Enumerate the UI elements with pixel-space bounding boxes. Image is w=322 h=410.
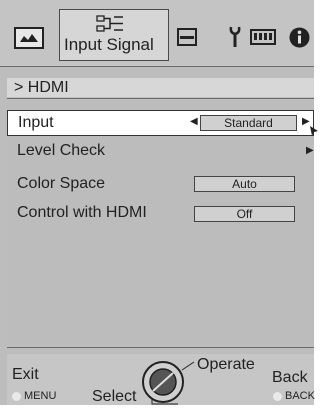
exit-label: Exit — [12, 366, 39, 383]
divider — [7, 347, 314, 348]
picture-icon[interactable] — [14, 27, 44, 54]
menu-item-control-with-hdmi-label: Control with HDMI — [17, 204, 147, 221]
tab-input-signal-label: Input Signal — [64, 35, 154, 54]
menu-item-input[interactable]: Input ◀ Standard ▶ — [7, 110, 314, 136]
menu-key-hint: MENU — [12, 390, 56, 402]
key-dot-icon — [12, 391, 21, 401]
menu-item-control-with-hdmi[interactable]: Control with HDMI Off — [7, 200, 314, 226]
display-icon[interactable] — [177, 28, 197, 51]
menu-item-color-space-label: Color Space — [17, 175, 106, 192]
menu-item-input-label: Input — [18, 114, 54, 131]
back-label: Back — [272, 369, 308, 386]
wrench-icon[interactable] — [228, 26, 242, 53]
input-value[interactable]: Standard — [200, 115, 297, 131]
menu-item-level-check-label: Level Check — [17, 142, 106, 159]
info-icon[interactable] — [289, 27, 310, 53]
menu-key-label: MENU — [24, 390, 57, 402]
color-space-value[interactable]: Auto — [194, 176, 295, 192]
divider — [7, 98, 314, 99]
key-dot-icon — [273, 391, 282, 401]
control-with-hdmi-value[interactable]: Off — [194, 206, 295, 222]
back-key-label: BACK — [285, 390, 315, 402]
submenu-arrow-icon: ▶ — [306, 145, 314, 156]
arrow-left-icon[interactable]: ◀ — [190, 116, 198, 127]
select-label: Select — [92, 388, 137, 405]
divider — [0, 66, 314, 67]
menu-item-level-check[interactable]: Level Check ▶ — [7, 138, 314, 164]
menu-item-color-space[interactable]: Color Space Auto — [7, 171, 314, 197]
operate-label: Operate — [197, 356, 255, 373]
breadcrumb: > HDMI — [14, 79, 69, 96]
osd-menu: Input Signal > HDMI Input ◀ Standard ▶ L… — [0, 0, 318, 405]
dial-icon — [138, 358, 198, 410]
tab-input-signal[interactable]: Input Signal — [59, 9, 169, 61]
tab-bar: Input Signal — [0, 0, 314, 66]
back-key-hint: BACK — [273, 390, 315, 402]
memory-icon[interactable] — [250, 29, 276, 50]
